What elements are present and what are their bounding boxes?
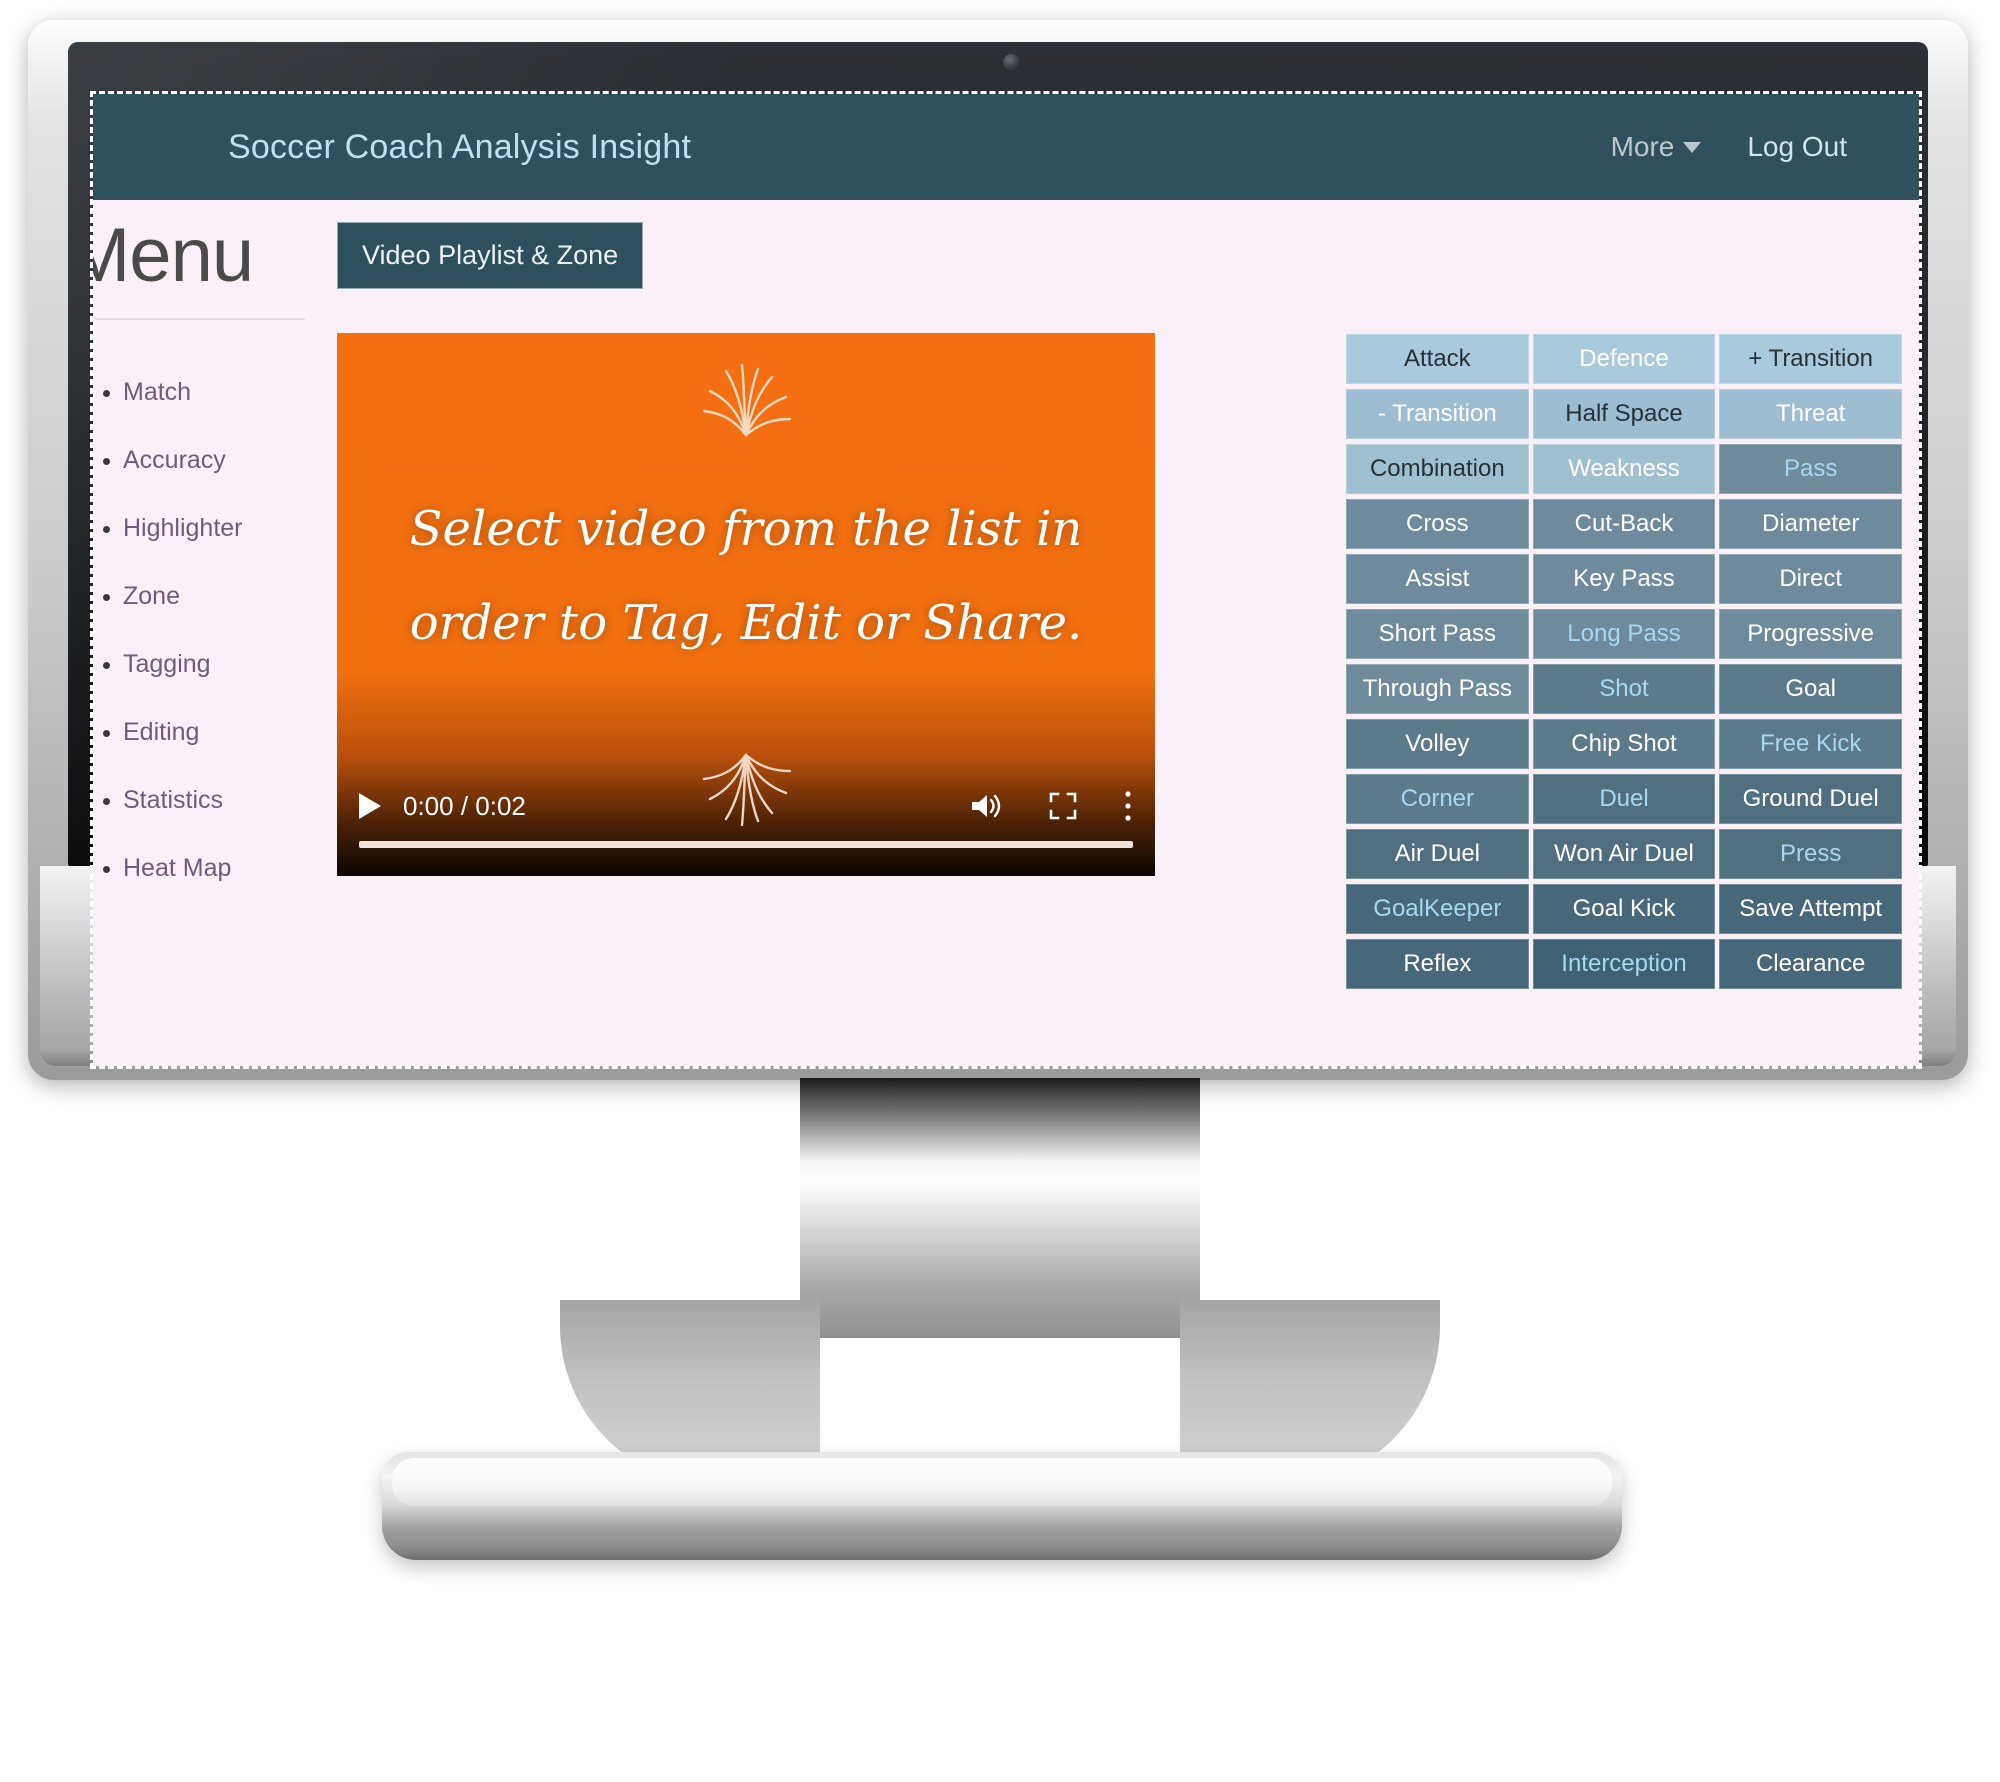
tag-cell[interactable]: Key Pass — [1532, 554, 1716, 604]
tag-cell[interactable]: Shot — [1532, 664, 1716, 714]
tag-cell[interactable]: Volley — [1346, 719, 1529, 769]
nav-more-label: More — [1610, 131, 1675, 162]
app-brand-title: Soccer Coach Analysis Insight — [228, 127, 692, 166]
tag-cell[interactable]: Duel — [1532, 774, 1716, 824]
tag-cell[interactable]: Defence — [1532, 334, 1716, 384]
tag-cell[interactable]: Won Air Duel — [1532, 829, 1716, 879]
volume-icon[interactable] — [969, 791, 1003, 821]
tag-button-grid: Attack Defence + Transition - Transition Hal… — [1346, 334, 1902, 989]
webcam-icon — [1003, 54, 1020, 71]
sidebar-item-tagging[interactable]: Tagging — [123, 652, 311, 677]
tag-cell[interactable]: Direct — [1719, 554, 1902, 604]
sidebar-item-editing[interactable]: Editing — [123, 720, 311, 745]
tag-cell[interactable]: Progressive — [1719, 609, 1902, 659]
sidebar-item-accuracy[interactable]: Accuracy — [123, 448, 311, 473]
tag-cell[interactable]: Combination — [1346, 444, 1529, 494]
sidebar-item-heat-map[interactable]: Heat Map — [123, 856, 311, 881]
video-controls-row: 0:00 / 0:02 — [359, 784, 1133, 828]
video-time-display: 0:00 / 0:02 — [403, 790, 526, 821]
tag-cell[interactable]: Half Space — [1532, 389, 1716, 439]
caption-line-1: Select video from the list in — [409, 501, 1083, 557]
sidebar-menu-list: Match Accuracy Highlighter Zone Tagging … — [93, 380, 311, 881]
video-playlist-zone-button[interactable]: Video Playlist & Zone — [337, 222, 644, 289]
tag-cell[interactable]: Short Pass — [1346, 609, 1529, 659]
tag-cell[interactable]: + Transition — [1719, 334, 1902, 384]
tag-cell[interactable]: Pass — [1719, 444, 1902, 494]
tag-cell[interactable]: Assist — [1346, 554, 1529, 604]
tag-cell[interactable]: Attack — [1346, 334, 1529, 384]
sidebar-item-zone[interactable]: Zone — [123, 584, 311, 609]
video-overlay-caption: Select video from the list in order to T… — [337, 483, 1155, 670]
tag-cell[interactable]: Cut-Back — [1532, 499, 1716, 549]
top-navbar: Soccer Coach Analysis Insight More Log O… — [93, 94, 1919, 200]
kebab-menu-icon[interactable] — [1123, 790, 1133, 822]
tag-cell[interactable]: Air Duel — [1346, 829, 1529, 879]
tag-cell[interactable]: Save Attempt — [1719, 884, 1902, 934]
play-icon[interactable] — [359, 793, 381, 819]
fullscreen-icon[interactable] — [1049, 792, 1077, 820]
tag-cell[interactable]: Corner — [1346, 774, 1529, 824]
sidebar-item-match[interactable]: Match — [123, 380, 311, 405]
sidebar: Menu Match Accuracy Highlighter Zone Tag… — [93, 200, 311, 924]
monitor-stand-base-sheen — [392, 1458, 1612, 1506]
sidebar-item-statistics[interactable]: Statistics — [123, 788, 311, 813]
screenshot-stage: Soccer Coach Analysis Insight More Log O… — [0, 0, 2000, 1782]
tag-cell[interactable]: Chip Shot — [1532, 719, 1716, 769]
video-progress-bar[interactable] — [359, 841, 1133, 848]
sidebar-item-highlighter[interactable]: Highlighter — [123, 516, 311, 541]
sparkle-burst-top-icon — [702, 363, 792, 437]
tag-cell[interactable]: Ground Duel — [1719, 774, 1902, 824]
monitor-stand-neck — [800, 1078, 1200, 1338]
caption-line-2: order to Tag, Edit or Share. — [409, 594, 1083, 651]
tag-cell[interactable]: Goal — [1719, 664, 1902, 714]
tag-cell[interactable]: Press — [1719, 829, 1902, 879]
tag-cell[interactable]: Through Pass — [1346, 664, 1529, 714]
app-window: Soccer Coach Analysis Insight More Log O… — [90, 91, 1922, 1069]
app-body: Menu Match Accuracy Highlighter Zone Tag… — [93, 200, 1919, 1066]
video-player[interactable]: Select video from the list in order to T… — [337, 333, 1155, 876]
tag-cell[interactable]: Diameter — [1719, 499, 1902, 549]
tag-cell[interactable]: Interception — [1532, 939, 1716, 989]
tag-cell[interactable]: Cross — [1346, 499, 1529, 549]
tag-cell[interactable]: Reflex — [1346, 939, 1529, 989]
nav-logout-link[interactable]: Log Out — [1747, 131, 1847, 163]
tag-cell[interactable]: Free Kick — [1719, 719, 1902, 769]
tag-cell[interactable]: GoalKeeper — [1346, 884, 1529, 934]
tag-cell[interactable]: Weakness — [1532, 444, 1716, 494]
tag-cell[interactable]: Threat — [1719, 389, 1902, 439]
tag-cell[interactable]: - Transition — [1346, 389, 1529, 439]
tag-cell[interactable]: Long Pass — [1532, 609, 1716, 659]
sidebar-title: Menu — [93, 213, 254, 298]
navbar-right-group: More Log Out — [1611, 131, 1847, 163]
chevron-down-icon — [1683, 141, 1702, 153]
nav-more-dropdown[interactable]: More — [1611, 131, 1702, 163]
tag-cell[interactable]: Goal Kick — [1532, 884, 1716, 934]
tag-cell[interactable]: Clearance — [1719, 939, 1902, 989]
sidebar-divider — [95, 318, 305, 320]
video-controls-bar: 0:00 / 0:02 — [337, 768, 1155, 876]
